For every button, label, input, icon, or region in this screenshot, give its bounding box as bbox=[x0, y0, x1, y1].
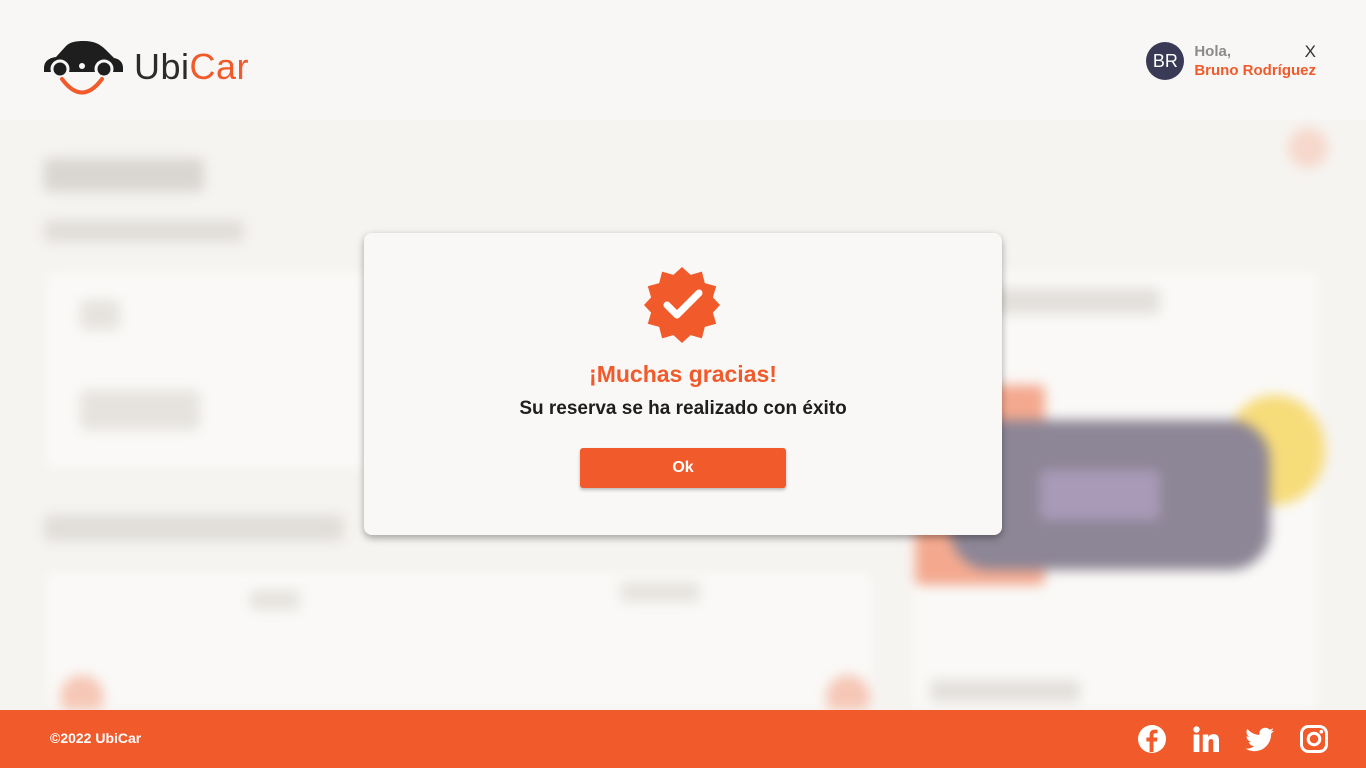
ubicar-logo[interactable]: UbiCar bbox=[40, 38, 249, 96]
success-modal: ¡Muchas gracias! Su reserva se ha realiz… bbox=[364, 233, 1002, 535]
car-logo-icon bbox=[44, 41, 123, 95]
user-menu[interactable]: BR Hola, Bruno Rodríguez bbox=[1146, 42, 1316, 80]
user-name: Bruno Rodríguez bbox=[1194, 62, 1316, 79]
copyright-text: ©2022 UbiCar bbox=[50, 730, 142, 746]
logo-text-car: Car bbox=[189, 46, 250, 87]
facebook-icon[interactable] bbox=[1136, 723, 1168, 755]
greeting-label: Hola, bbox=[1194, 43, 1232, 60]
avatar[interactable]: BR bbox=[1146, 42, 1185, 80]
verified-badge-icon bbox=[644, 267, 720, 343]
user-greeting: Hola, Bruno Rodríguez bbox=[1194, 42, 1316, 80]
logout-close-button[interactable]: X bbox=[1305, 42, 1316, 62]
modal-message: Su reserva se ha realizado con éxito bbox=[519, 398, 847, 419]
footer: ©2022 UbiCar bbox=[0, 710, 1366, 768]
logo-wordmark: UbiCar bbox=[134, 49, 249, 85]
ok-button[interactable]: Ok bbox=[580, 448, 786, 488]
modal-title: ¡Muchas gracias! bbox=[589, 361, 777, 387]
linkedin-icon[interactable] bbox=[1190, 723, 1222, 755]
social-links bbox=[1114, 723, 1330, 755]
twitter-icon[interactable] bbox=[1244, 723, 1276, 755]
instagram-icon[interactable] bbox=[1298, 723, 1330, 755]
header: UbiCar BR Hola, Bruno Rodríguez X bbox=[0, 0, 1366, 120]
logo-text-ubi: Ubi bbox=[134, 46, 190, 87]
